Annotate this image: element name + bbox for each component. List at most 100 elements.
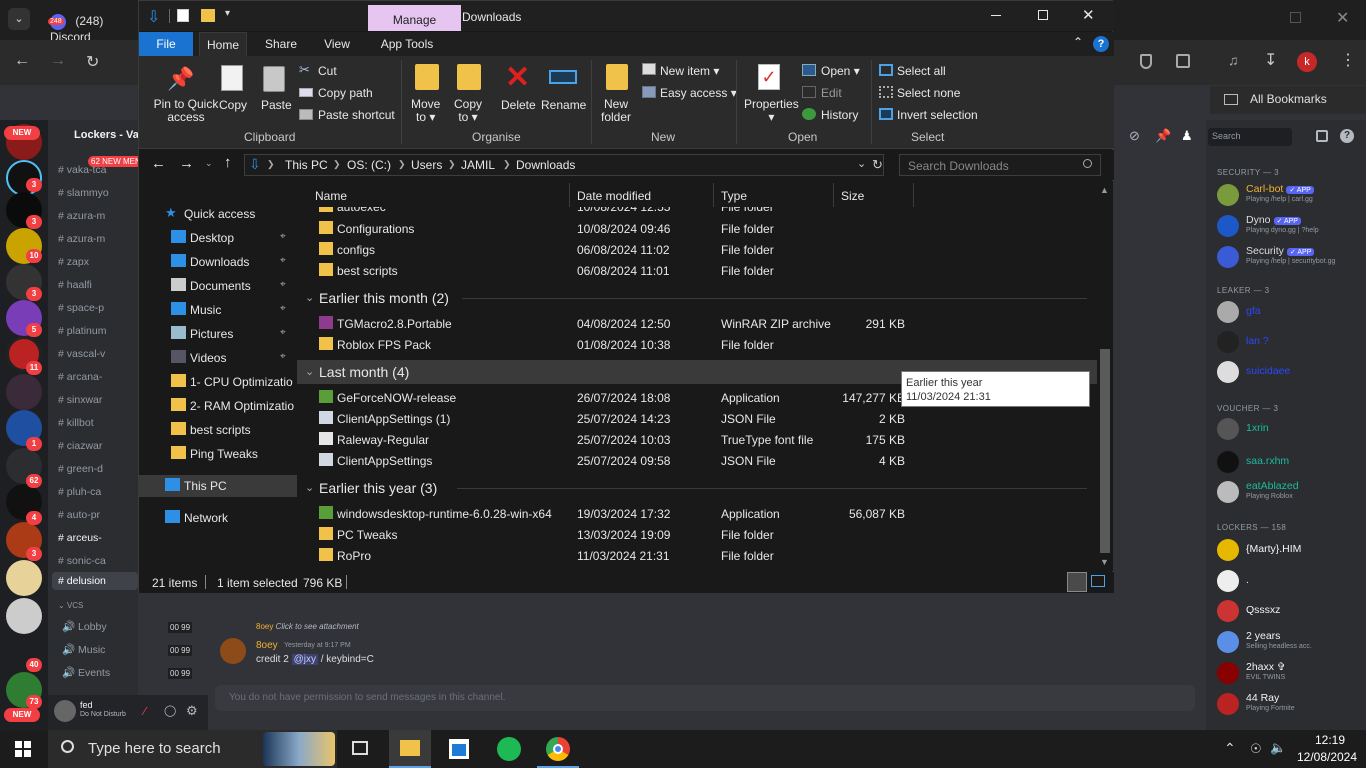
nav-item[interactable]: Network <box>139 507 297 529</box>
minimize-button[interactable] <box>991 15 1001 16</box>
channel-item[interactable]: # space-p <box>58 302 104 314</box>
new-folder-icon[interactable] <box>201 9 215 22</box>
nav-item[interactable]: 1- CPU Optimizatio <box>139 371 297 393</box>
member-item[interactable]: Security ✓ APP Playing /help | securitybot… <box>1217 245 1366 271</box>
details-view-button[interactable] <box>1067 572 1087 592</box>
rename-button[interactable]: Rename <box>541 98 586 112</box>
avatar[interactable] <box>220 638 246 664</box>
column-header-name[interactable]: Name <box>315 189 347 203</box>
store-icon[interactable] <box>449 739 469 759</box>
column-separator[interactable] <box>569 183 570 207</box>
clock-time[interactable]: 12:19 <box>1300 733 1360 747</box>
tab-home[interactable]: Home <box>199 32 247 56</box>
breadcrumb-item[interactable]: Downloads <box>516 158 575 172</box>
history-button[interactable]: History <box>821 108 858 122</box>
message-author[interactable]: 8oey <box>256 640 278 651</box>
select-all-button[interactable]: Select all <box>897 64 946 78</box>
properties-icon[interactable] <box>177 9 189 22</box>
manage-context-tab[interactable]: Manage <box>368 5 461 31</box>
clock-date[interactable]: 12/08/2024 <box>1295 750 1359 764</box>
server-icon[interactable] <box>6 374 42 410</box>
search-input[interactable]: Search <box>1208 128 1292 146</box>
member-item[interactable]: lan ? <box>1217 330 1366 356</box>
channel-item[interactable]: # slammyo <box>58 187 109 199</box>
reload-icon[interactable]: ↻ <box>86 52 99 72</box>
mute-icon[interactable]: ∕ <box>144 704 146 718</box>
member-item[interactable]: . <box>1217 569 1366 595</box>
maximize-button[interactable] <box>1038 10 1048 20</box>
file-row[interactable]: TGMacro2.8.Portable 04/08/2024 12:50 WinRA… <box>297 313 1097 334</box>
shield-icon[interactable] <box>1140 54 1152 69</box>
channel-item[interactable]: # delusion <box>52 572 138 590</box>
pin-icon[interactable]: 📌 <box>1155 128 1171 144</box>
member-item[interactable]: saa.rxhm <box>1217 450 1366 476</box>
nav-item[interactable]: best scripts <box>139 419 297 441</box>
collapse-ribbon-icon[interactable]: ⌃ <box>1073 35 1083 49</box>
volume-icon[interactable]: 🔈 <box>1270 740 1286 756</box>
nav-item[interactable]: ★ Quick access <box>139 203 297 225</box>
channel-item[interactable]: # arceus- <box>58 532 102 544</box>
properties-button[interactable]: Properties ▾ <box>744 98 799 124</box>
chrome-icon[interactable] <box>537 730 579 768</box>
member-item[interactable]: 44 Ray Playing Fortnite <box>1217 692 1366 718</box>
column-separator[interactable] <box>713 183 714 207</box>
member-item[interactable]: suicidaee <box>1217 360 1366 386</box>
file-row[interactable]: ClientAppSettings (1) 25/07/2024 14:23 JSO… <box>297 408 1097 429</box>
nav-item[interactable]: Desktop ⌖ <box>139 227 297 249</box>
member-item[interactable]: 2haxx ✞ EVIL TWINS <box>1217 661 1366 687</box>
voice-channel[interactable]: 🔊 Lobby <box>62 620 107 633</box>
member-item[interactable]: 1xrin <box>1217 417 1366 443</box>
profile-avatar[interactable]: k <box>1297 52 1317 72</box>
channel-item[interactable]: # vaka-tca <box>58 164 106 176</box>
file-row[interactable]: best scripts 06/08/2024 11:01 File folder <box>297 260 1097 281</box>
breadcrumb-item[interactable]: This PC <box>285 158 328 172</box>
wifi-icon[interactable]: ☉ <box>1250 741 1262 757</box>
delete-button[interactable]: Delete <box>501 98 536 112</box>
voice-channel[interactable]: 🔊 Music <box>62 643 105 656</box>
channel-item[interactable]: # zapx <box>58 256 89 268</box>
move-to-button[interactable]: Move to ▾ <box>411 98 440 124</box>
invert-selection-button[interactable]: Invert selection <box>897 108 978 122</box>
copy-path-button[interactable]: Copy path <box>318 86 373 100</box>
paste-button[interactable]: Paste <box>261 98 292 112</box>
breadcrumb-item[interactable]: OS: (C:) <box>347 158 391 172</box>
file-explorer-taskbar-icon[interactable] <box>389 730 431 768</box>
new-item-button[interactable]: New item ▾ <box>660 64 719 78</box>
open-button[interactable]: Open ▾ <box>821 64 860 78</box>
task-view-icon[interactable] <box>352 741 368 755</box>
all-bookmarks-link[interactable]: All Bookmarks <box>1250 92 1327 106</box>
start-button[interactable] <box>15 741 31 757</box>
channel-item[interactable]: # haalfi <box>58 279 92 291</box>
new-folder-button[interactable]: New folder <box>601 98 631 124</box>
file-row[interactable]: Raleway-Regular 25/07/2024 10:03 TrueType … <box>297 429 1097 450</box>
members-icon[interactable]: ♟ <box>1181 128 1193 144</box>
channel-item[interactable]: # azura-m <box>58 210 105 222</box>
refresh-icon[interactable]: ↻ <box>872 157 883 173</box>
menu-icon[interactable]: ⋮ <box>1340 50 1356 70</box>
member-item[interactable]: eatAblazed Playing Roblox <box>1217 480 1366 506</box>
member-item[interactable]: gfa <box>1217 300 1366 326</box>
up-icon[interactable]: ↑ <box>224 154 232 171</box>
channel-item[interactable]: # green-d <box>58 463 103 475</box>
user-mention[interactable]: @jxy <box>291 654 318 665</box>
mute-icon[interactable]: ⊘ <box>1129 128 1140 144</box>
close-button[interactable]: ✕ <box>1082 6 1095 24</box>
media-icon[interactable]: ♫ <box>1228 52 1239 68</box>
file-row[interactable]: ClientAppSettings 25/07/2024 09:58 JSON Fi… <box>297 450 1097 471</box>
scroll-down-icon[interactable]: ▼ <box>1100 557 1109 567</box>
nav-item[interactable]: Documents ⌖ <box>139 275 297 297</box>
channel-item[interactable]: # azura-m <box>58 233 105 245</box>
channel-item[interactable]: # sonic-ca <box>58 555 106 567</box>
file-row[interactable]: PC Tweaks 13/03/2024 19:09 File folder <box>297 524 1097 545</box>
member-item[interactable]: {Marty}.HIM <box>1217 538 1366 564</box>
address-bar[interactable]: ⇩ ❯ This PC ❯ OS: (C:) ❯ Users ❯ JAMIL ❯… <box>244 154 884 176</box>
help-icon[interactable]: ? <box>1093 36 1109 52</box>
paste-shortcut-button[interactable]: Paste shortcut <box>318 108 395 122</box>
group-header[interactable]: ⌄ Earlier this month (2) <box>297 286 1097 310</box>
column-separator[interactable] <box>913 183 914 207</box>
column-header-type[interactable]: Type <box>721 189 747 203</box>
forward-icon[interactable]: → <box>50 52 66 70</box>
back-icon[interactable]: ← <box>151 155 166 172</box>
help-icon[interactable]: ? <box>1340 129 1354 143</box>
nav-item[interactable]: Music ⌖ <box>139 299 297 321</box>
